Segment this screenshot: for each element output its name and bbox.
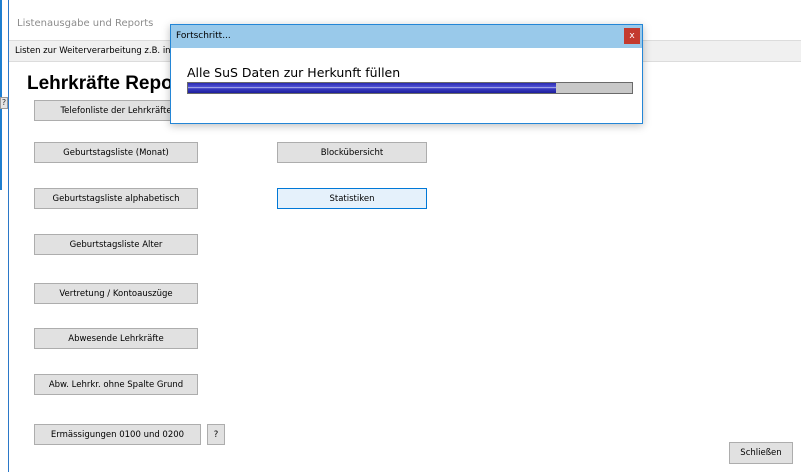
page-title: Lehrkräfte Repor bbox=[27, 73, 181, 94]
tab-listen-weiterverarbeitung[interactable]: Listen zur Weiterverarbeitung z.B. in bbox=[15, 46, 171, 56]
geburtstagsliste-alphabetisch-button[interactable]: Geburtstagsliste alphabetisch bbox=[34, 188, 198, 209]
statistiken-button[interactable]: Statistiken bbox=[277, 188, 427, 209]
vertretung-kontoauszuege-button[interactable]: Vertretung / Kontoauszüge bbox=[34, 283, 198, 304]
abwesende-lehrkraefte-label: Abwesende Lehrkräfte bbox=[68, 333, 164, 344]
blockuebersicht-button[interactable]: Blockübersicht bbox=[277, 142, 427, 163]
help-icon: ? bbox=[213, 429, 219, 440]
progress-message: Alle SuS Daten zur Herkunft füllen bbox=[187, 65, 401, 80]
geburtstagsliste-monat-button[interactable]: Geburtstagsliste (Monat) bbox=[34, 142, 198, 163]
dialog-titlebar[interactable]: Fortschritt... x bbox=[171, 25, 642, 48]
abwesende-lehrkraefte-button[interactable]: Abwesende Lehrkräfte bbox=[34, 328, 198, 349]
geburtstagsliste-monat-label: Geburtstagsliste (Monat) bbox=[63, 147, 169, 158]
geburtstagsliste-alphabetisch-label: Geburtstagsliste alphabetisch bbox=[52, 193, 180, 204]
geburtstagsliste-alter-button[interactable]: Geburtstagsliste Alter bbox=[34, 234, 198, 255]
background-tab[interactable]: ? bbox=[0, 97, 8, 109]
ermaessigungen-help-button[interactable]: ? bbox=[207, 424, 225, 445]
window-title: Listenausgabe und Reports bbox=[17, 18, 154, 29]
progress-bar-fill bbox=[188, 83, 556, 93]
close-icon[interactable]: x bbox=[624, 28, 640, 44]
blockuebersicht-label: Blockübersicht bbox=[320, 147, 384, 158]
statistiken-label: Statistiken bbox=[329, 193, 375, 204]
ermaessigungen-button[interactable]: Ermässigungen 0100 und 0200 bbox=[34, 424, 201, 445]
schliessen-button[interactable]: Schließen bbox=[729, 442, 793, 464]
geburtstagsliste-alter-label: Geburtstagsliste Alter bbox=[69, 239, 163, 250]
progress-bar bbox=[187, 82, 633, 94]
background-window-edge bbox=[0, 0, 2, 190]
abw-ohne-grund-label: Abw. Lehrkr. ohne Spalte Grund bbox=[48, 379, 184, 390]
progress-dialog: Fortschritt... x Alle SuS Daten zur Herk… bbox=[170, 24, 643, 124]
schliessen-label: Schließen bbox=[740, 448, 782, 458]
dialog-title: Fortschritt... bbox=[176, 31, 231, 41]
ermaessigungen-label: Ermässigungen 0100 und 0200 bbox=[50, 429, 185, 440]
telefonliste-button-label: Telefonliste der Lehrkräfte bbox=[60, 105, 172, 116]
abw-ohne-grund-button[interactable]: Abw. Lehrkr. ohne Spalte Grund bbox=[34, 374, 198, 395]
vertretung-kontoauszuege-label: Vertretung / Kontoauszüge bbox=[59, 288, 173, 299]
